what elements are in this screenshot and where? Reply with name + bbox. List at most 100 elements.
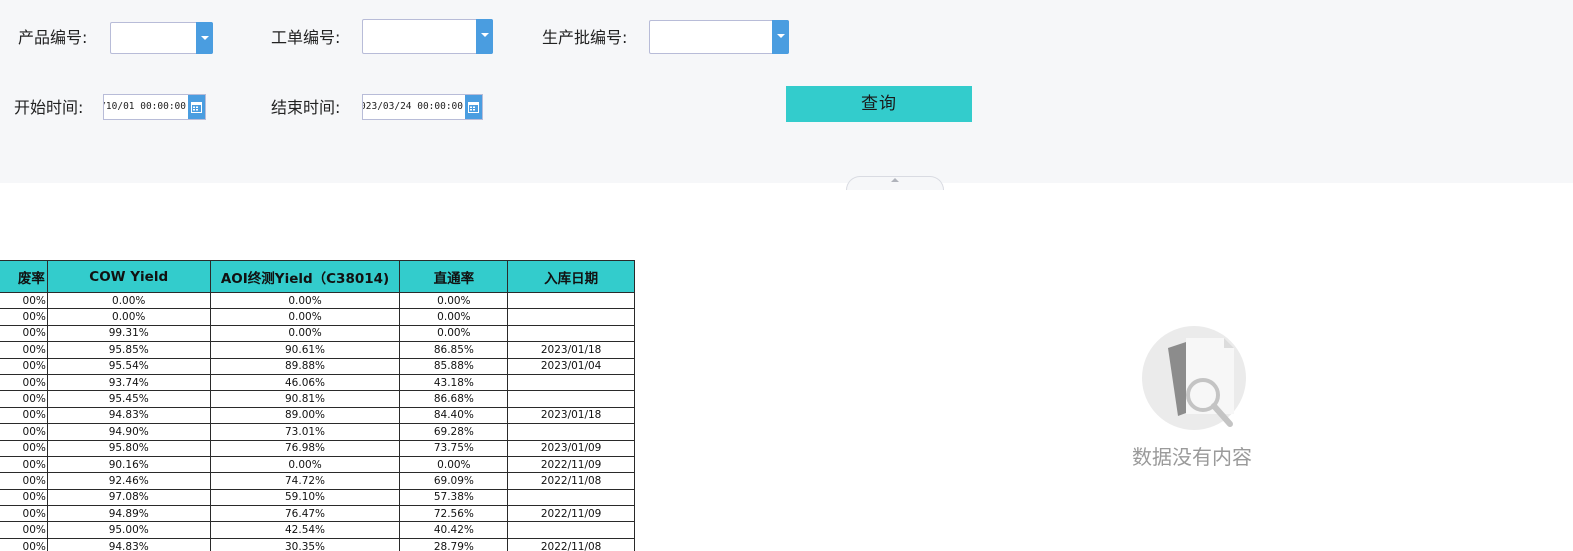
report-table: 废率 COW Yield AOI终测Yield（C38014) 直通率 入库日期… [0,260,635,551]
table-cell: 0.00% [46,291,211,310]
table-cell: 76.98% [209,439,401,457]
table-cell: 72.56% [399,505,509,523]
table-cell: 00% [0,357,48,375]
table-row[interactable]: 00% 99.31% 0.00% 0.00% [0,324,635,343]
table-row[interactable]: 00% 95.45% 90.81% 86.68% [0,390,635,408]
table-cell: 86.85% [399,341,509,359]
chevron-down-icon[interactable] [476,19,493,54]
table-cell: 2022/11/08 [507,472,635,490]
column-header[interactable]: 入库日期 [507,260,635,293]
table-cell: 90.61% [209,341,401,359]
table-cell: 00% [0,423,48,441]
table-cell: 00% [0,308,48,326]
table-cell: 95.45% [46,390,211,408]
table-cell: 69.09% [399,472,509,490]
column-header[interactable]: AOI终测Yield（C38014) [209,260,401,293]
table-cell: 00% [0,341,48,359]
table-row[interactable]: 00% 0.00% 0.00% 0.00% [0,291,635,310]
table-cell: 28.79% [399,537,509,551]
start-time-input[interactable]: 2022/10/01 00:00:00 [103,94,206,120]
column-header[interactable]: 直通率 [399,260,509,293]
table-cell: 73.75% [399,439,509,457]
table-row[interactable]: 00% 95.54% 89.88% 85.88% 2023/01/04 [0,357,635,375]
table-cell: 84.40% [399,406,509,425]
column-header[interactable]: COW Yield [46,260,211,293]
table-cell [507,423,635,441]
table-cell: 2023/01/18 [507,406,635,425]
table-cell: 94.83% [46,537,211,551]
work-order-select[interactable] [362,19,493,54]
batch-no-select[interactable] [649,20,789,54]
chevron-down-icon[interactable] [772,20,789,54]
table-cell: 0.00% [46,308,211,326]
table-cell: 00% [0,373,48,392]
table-cell: 00% [0,291,48,310]
start-time-value: 2022/10/01 00:00:00 [104,101,186,112]
table-cell: 0.00% [209,455,401,474]
end-time-input[interactable]: 2023/03/24 00:00:00 [362,94,483,120]
table-cell [507,308,635,326]
table-cell: 97.08% [46,488,211,507]
report-table-viewport[interactable]: 废率 COW Yield AOI终测Yield（C38014) 直通率 入库日期… [0,260,635,551]
table-row[interactable]: 00% 94.83% 89.00% 84.40% 2023/01/18 [0,406,635,425]
table-cell: 2023/01/09 [507,439,635,457]
table-row[interactable]: 00% 95.80% 76.98% 73.75% 2023/01/09 [0,439,635,457]
table-cell: 42.54% [209,521,401,539]
table-cell: 00% [0,537,48,551]
table-cell: 95.54% [46,357,211,375]
table-row[interactable]: 00% 94.89% 76.47% 72.56% 2022/11/09 [0,505,635,523]
table-cell: 0.00% [399,324,509,343]
table-cell: 92.46% [46,472,211,490]
chevron-down-icon[interactable] [196,22,213,54]
calendar-icon[interactable] [188,95,205,119]
table-cell: 00% [0,521,48,539]
table-row[interactable]: 00% 93.74% 46.06% 43.18% [0,373,635,392]
table-cell: 0.00% [209,291,401,310]
table-cell: 85.88% [399,357,509,375]
table-cell: 69.28% [399,423,509,441]
filter-panel: 产品编号: 工单编号: 生产批编号: 开始时间: 2022/10/01 00:0… [0,0,1573,183]
empty-data-search-icon [1142,326,1246,430]
table-cell: 2022/11/09 [507,505,635,523]
table-cell: 00% [0,505,48,523]
table-cell: 2023/01/04 [507,357,635,375]
table-cell: 43.18% [399,373,509,392]
batch-no-label: 生产批编号: [542,28,628,47]
table-row[interactable]: 00% 95.00% 42.54% 40.42% [0,521,635,539]
table-cell: 0.00% [399,291,509,310]
table-cell: 2022/11/09 [507,455,635,474]
table-cell: 0.00% [209,324,401,343]
table-cell: 40.42% [399,521,509,539]
table-row[interactable]: 00% 97.08% 59.10% 57.38% [0,488,635,507]
table-cell: 95.80% [46,439,211,457]
table-row[interactable]: 00% 94.83% 30.35% 28.79% 2022/11/08 [0,537,635,551]
column-header[interactable]: 废率 [0,260,48,293]
table-row[interactable]: 00% 0.00% 0.00% 0.00% [0,308,635,326]
table-cell: 89.88% [209,357,401,375]
table-row[interactable]: 00% 95.85% 90.61% 86.85% 2023/01/18 [0,341,635,359]
product-no-label: 产品编号: [18,28,88,47]
work-order-label: 工单编号: [271,28,341,47]
end-time-value: 2023/03/24 00:00:00 [362,101,463,112]
table-cell [507,324,635,343]
table-cell [507,521,635,539]
product-no-select[interactable] [110,22,213,54]
table-cell [507,291,635,310]
table-cell: 00% [0,406,48,425]
table-cell: 73.01% [209,423,401,441]
table-row[interactable]: 00% 90.16% 0.00% 0.00% 2022/11/09 [0,455,635,474]
table-row[interactable]: 00% 92.46% 74.72% 69.09% 2022/11/08 [0,472,635,490]
calendar-icon[interactable] [465,95,482,119]
table-row[interactable]: 00% 94.90% 73.01% 69.28% [0,423,635,441]
table-cell: 99.31% [46,324,211,343]
table-cell: 76.47% [209,505,401,523]
table-cell: 94.83% [46,406,211,425]
table-cell: 00% [0,324,48,343]
table-cell: 94.89% [46,505,211,523]
table-cell: 2023/01/18 [507,341,635,359]
table-cell: 30.35% [209,537,401,551]
table-cell: 59.10% [209,488,401,507]
start-time-label: 开始时间: [14,98,84,117]
query-button[interactable]: 查询 [786,86,972,122]
collapse-panel-handle[interactable] [846,176,944,190]
